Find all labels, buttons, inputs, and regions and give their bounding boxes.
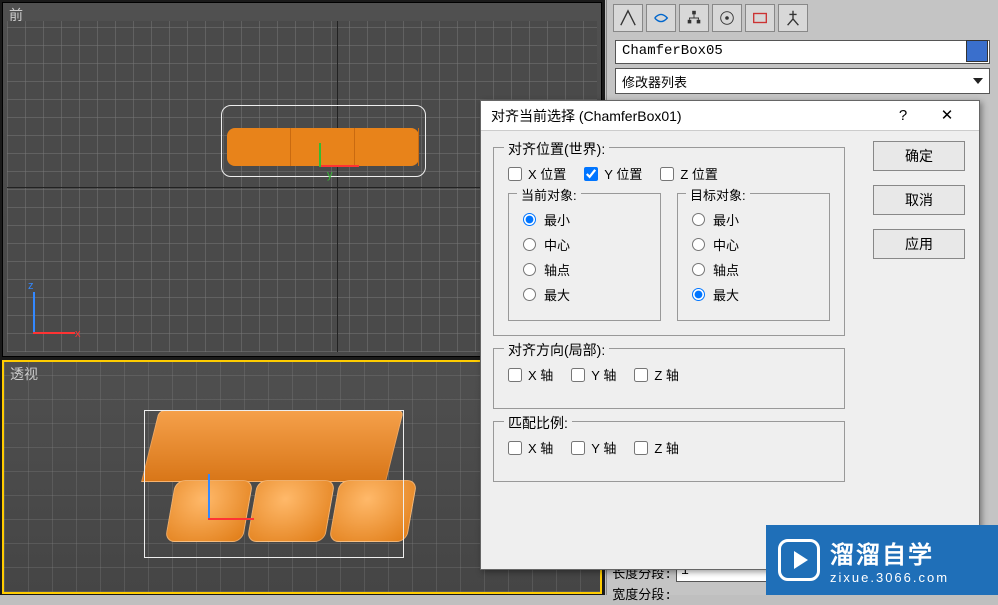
scale-y-checkbox[interactable]: Y 轴 xyxy=(571,438,616,457)
watermark: 溜溜自学 zixue.3066.com xyxy=(766,525,998,595)
dialog-titlebar[interactable]: 对齐当前选择 (ChamferBox01) ? ✕ xyxy=(481,101,979,131)
target-max-radio[interactable]: 最大 xyxy=(692,285,809,304)
current-object-legend: 当前对象: xyxy=(517,185,581,204)
modifier-list-dropdown[interactable]: 修改器列表 xyxy=(615,68,990,94)
align-orientation-group: 对齐方向(局部): X 轴 Y 轴 Z 轴 xyxy=(493,348,845,409)
object-color-swatch[interactable] xyxy=(966,40,988,62)
modify-tab[interactable] xyxy=(646,4,676,32)
z-axis-checkbox[interactable]: Z 轴 xyxy=(634,365,679,384)
align-dialog: 对齐当前选择 (ChamferBox01) ? ✕ 确定 取消 应用 对齐位置(… xyxy=(480,100,980,570)
current-max-radio[interactable]: 最大 xyxy=(523,285,640,304)
axis-vertical xyxy=(337,21,338,352)
scale-x-checkbox[interactable]: X 轴 xyxy=(508,438,553,457)
display-tab[interactable] xyxy=(745,4,775,32)
x-axis-checkbox[interactable]: X 轴 xyxy=(508,365,553,384)
scale-z-checkbox[interactable]: Z 轴 xyxy=(634,438,679,457)
current-center-radio[interactable]: 中心 xyxy=(523,235,640,254)
cancel-button[interactable]: 取消 xyxy=(873,185,965,215)
dialog-title: 对齐当前选择 (ChamferBox01) xyxy=(491,106,881,126)
panel-tabs xyxy=(607,0,998,36)
width-seg-label: 宽度分段: xyxy=(612,584,672,603)
axis-tripod: z x xyxy=(25,284,85,344)
y-axis-checkbox[interactable]: Y 轴 xyxy=(571,365,616,384)
match-scale-group: 匹配比例: X 轴 Y 轴 Z 轴 xyxy=(493,421,845,482)
object-name-field[interactable]: ChamferBox05 xyxy=(615,40,990,64)
x-position-checkbox[interactable]: X 位置 xyxy=(508,164,566,183)
z-position-checkbox[interactable]: Z 位置 xyxy=(660,164,718,183)
y-position-checkbox[interactable]: Y 位置 xyxy=(584,164,642,183)
motion-tab[interactable] xyxy=(712,4,742,32)
watermark-brand: 溜溜自学 xyxy=(830,535,949,570)
current-object-group: 当前对象: 最小 中心 轴点 最大 xyxy=(508,193,661,321)
align-orientation-legend: 对齐方向(局部): xyxy=(504,340,609,360)
ok-button[interactable]: 确定 xyxy=(873,141,965,171)
current-pivot-radio[interactable]: 轴点 xyxy=(523,260,640,279)
apply-button[interactable]: 应用 xyxy=(873,229,965,259)
target-min-radio[interactable]: 最小 xyxy=(692,210,809,229)
close-button[interactable]: ✕ xyxy=(925,102,969,130)
help-button[interactable]: ? xyxy=(881,102,925,130)
sofa-model[interactable] xyxy=(144,410,404,560)
transform-gizmo[interactable] xyxy=(208,486,268,546)
modifier-list-label: 修改器列表 xyxy=(622,72,687,91)
target-center-radio[interactable]: 中心 xyxy=(692,235,809,254)
transform-gizmo[interactable] xyxy=(319,165,359,167)
bounding-box xyxy=(144,410,404,558)
target-object-group: 目标对象: 最小 中心 轴点 最大 xyxy=(677,193,830,321)
hierarchy-tab[interactable] xyxy=(679,4,709,32)
sofa-seat-top xyxy=(227,128,419,166)
create-tab[interactable] xyxy=(613,4,643,32)
target-pivot-radio[interactable]: 轴点 xyxy=(692,260,809,279)
gizmo-y-label: y xyxy=(327,169,333,181)
play-icon xyxy=(778,539,820,581)
utilities-tab[interactable] xyxy=(778,4,808,32)
align-position-legend: 对齐位置(世界): xyxy=(504,139,609,159)
match-scale-legend: 匹配比例: xyxy=(504,413,572,433)
target-object-legend: 目标对象: xyxy=(686,185,750,204)
align-position-group: 对齐位置(世界): X 位置 Y 位置 Z 位置 当前对象: 最小 中心 轴点 … xyxy=(493,147,845,336)
chevron-down-icon xyxy=(973,78,983,84)
current-min-radio[interactable]: 最小 xyxy=(523,210,640,229)
watermark-url: zixue.3066.com xyxy=(830,570,949,585)
